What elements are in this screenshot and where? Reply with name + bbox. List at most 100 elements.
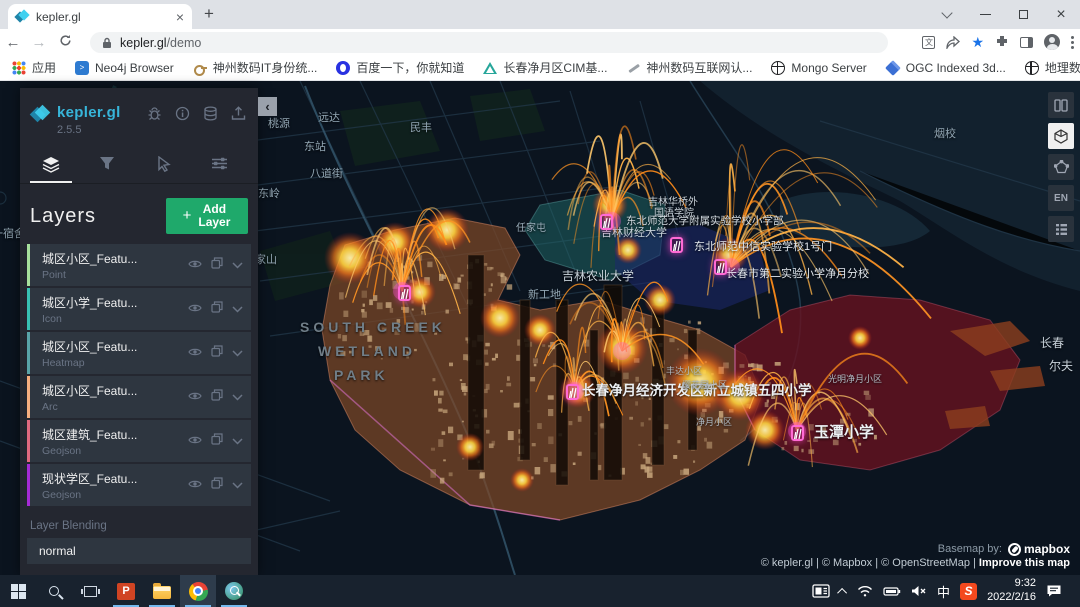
battery-icon[interactable] — [883, 586, 901, 597]
layer-expand-chevron-icon[interactable] — [232, 476, 243, 494]
taskbar-powerpoint[interactable]: P — [108, 575, 144, 607]
sidebar-collapse-button[interactable]: ‹ — [258, 97, 277, 116]
layer-duplicate-icon[interactable] — [211, 476, 223, 494]
mapbox-logo[interactable]: mapbox — [1008, 542, 1070, 556]
database-icon[interactable] — [203, 106, 218, 121]
taskbar-gis-app[interactable] — [216, 575, 252, 607]
draw-polygon-button[interactable] — [1048, 154, 1074, 180]
bookmark-item[interactable]: OGC Indexed 3d... — [886, 61, 1006, 75]
news-widget-icon[interactable] — [812, 584, 830, 598]
sogou-icon[interactable]: S — [960, 583, 977, 600]
layer-visibility-eye-icon[interactable] — [188, 476, 202, 494]
school-icon[interactable] — [714, 259, 727, 275]
layer-duplicate-icon[interactable] — [211, 388, 223, 406]
layer-duplicate-icon[interactable] — [211, 344, 223, 362]
menu-kebab-icon[interactable] — [1071, 41, 1074, 44]
taskbar-task-view-button[interactable] — [72, 575, 108, 607]
taskbar-start-button[interactable] — [0, 575, 36, 607]
volume-muted-icon[interactable] — [911, 585, 927, 597]
layer-item[interactable]: 现状学区_Featu...Geojson — [27, 464, 251, 506]
profile-avatar[interactable] — [1044, 34, 1060, 50]
bookmark-label: 长春净月区CIM基... — [503, 59, 607, 76]
reload-icon[interactable] — [52, 34, 78, 51]
layer-expand-chevron-icon[interactable] — [232, 300, 243, 318]
back-icon[interactable]: ← — [0, 34, 26, 51]
maximize-restore-icon[interactable] — [1004, 0, 1042, 29]
apps-grid-icon — [12, 61, 26, 75]
bookmark-item[interactable]: 长春净月区CIM基... — [483, 59, 607, 76]
layer-visibility-eye-icon[interactable] — [188, 432, 202, 450]
share-icon[interactable] — [946, 36, 960, 49]
split-map-button[interactable] — [1048, 92, 1074, 118]
translate-icon[interactable]: 文 — [922, 36, 935, 49]
bookmark-item[interactable]: >Neo4j Browser — [75, 61, 174, 75]
bookmark-item[interactable]: 神州数码互联网认... — [626, 59, 752, 76]
layer-item[interactable]: 城区小区_Featu...Heatmap — [27, 332, 251, 374]
layer-expand-chevron-icon[interactable] — [232, 388, 243, 406]
add-layer-button[interactable]: + Add Layer — [166, 198, 248, 234]
forward-icon[interactable]: → — [26, 34, 52, 51]
tab-search-icon[interactable] — [928, 0, 966, 29]
browser-tab[interactable]: kepler.gl × — [8, 4, 192, 29]
cube-icon — [885, 60, 901, 76]
address-bar[interactable]: kepler.gl/demo — [90, 32, 888, 53]
layer-item[interactable]: 城区建筑_Featu...Geojson — [27, 420, 251, 462]
bookmark-item[interactable]: 百度一下，你就知道 — [336, 59, 464, 76]
improve-map-link[interactable]: Improve this map — [979, 557, 1070, 569]
layer-item[interactable]: 城区小区_Featu...Arc — [27, 376, 251, 418]
school-icon[interactable] — [398, 285, 411, 301]
3d-view-button[interactable] — [1048, 123, 1074, 149]
reading-list-icon[interactable] — [1020, 37, 1033, 48]
taskbar-clock[interactable]: 9:32 2022/2/16 — [987, 577, 1036, 605]
taskbar-chrome[interactable] — [180, 575, 216, 607]
layer-visibility-eye-icon[interactable] — [188, 344, 202, 362]
taskbar-search-button[interactable] — [36, 575, 72, 607]
layer-name: 城区建筑_Featu... — [42, 426, 188, 443]
layer-visibility-eye-icon[interactable] — [188, 388, 202, 406]
extensions-icon[interactable] — [995, 35, 1009, 49]
tab-interactions[interactable] — [142, 156, 184, 183]
layer-item[interactable]: 城区小学_Featu...Icon — [27, 288, 251, 330]
tab-filters[interactable] — [86, 156, 128, 183]
layer-visibility-eye-icon[interactable] — [188, 256, 202, 274]
bookmark-item[interactable]: 神州数码IT身份统... — [193, 59, 318, 76]
layer-duplicate-icon[interactable] — [211, 300, 223, 318]
layer-expand-chevron-icon[interactable] — [232, 344, 243, 362]
layer-duplicate-icon[interactable] — [211, 432, 223, 450]
tray-expand-icon[interactable] — [837, 587, 847, 597]
triangle-icon — [483, 62, 497, 74]
info-icon[interactable] — [175, 106, 190, 121]
bookmark-item[interactable]: Mongo Server — [771, 61, 866, 75]
taskbar-explorer[interactable] — [144, 575, 180, 607]
bookmark-item[interactable]: 应用 — [12, 59, 56, 76]
tray-date: 2022/2/16 — [987, 591, 1036, 603]
bookmark-star-icon[interactable]: ★ — [971, 34, 984, 51]
ime-indicator[interactable]: 中 — [937, 582, 950, 601]
bookmark-item[interactable]: 地理数据库管理—... — [1025, 59, 1080, 76]
layer-blending-select[interactable]: normal — [27, 538, 251, 564]
tab-close-icon[interactable]: × — [176, 9, 184, 25]
school-icon[interactable] — [566, 384, 579, 400]
layer-visibility-eye-icon[interactable] — [188, 300, 202, 318]
minimize-icon[interactable] — [966, 0, 1004, 29]
map-credits[interactable]: © kepler.gl | © Mapbox | © OpenStreetMap… — [761, 557, 979, 569]
school-icon[interactable] — [670, 237, 683, 253]
layer-expand-chevron-icon[interactable] — [232, 432, 243, 450]
close-window-icon[interactable]: × — [1042, 0, 1080, 29]
tab-basemap[interactable] — [198, 156, 240, 183]
layer-duplicate-icon[interactable] — [211, 256, 223, 274]
notification-center-icon[interactable] — [1046, 584, 1062, 598]
layer-type: Heatmap — [42, 357, 188, 369]
layer-expand-chevron-icon[interactable] — [232, 256, 243, 274]
new-tab-button[interactable]: + — [204, 4, 214, 24]
tab-layers[interactable] — [30, 156, 72, 183]
layer-item[interactable]: 城区小区_Featu...Point — [27, 244, 251, 286]
school-icon[interactable] — [791, 425, 804, 441]
locale-button[interactable]: EN — [1048, 185, 1074, 211]
school-icon[interactable] — [600, 214, 613, 230]
wifi-icon[interactable] — [857, 585, 873, 597]
legend-button[interactable] — [1048, 216, 1074, 242]
bug-icon[interactable] — [147, 106, 162, 121]
bookmark-label: 神州数码互联网认... — [646, 59, 752, 76]
export-icon[interactable] — [231, 106, 246, 121]
